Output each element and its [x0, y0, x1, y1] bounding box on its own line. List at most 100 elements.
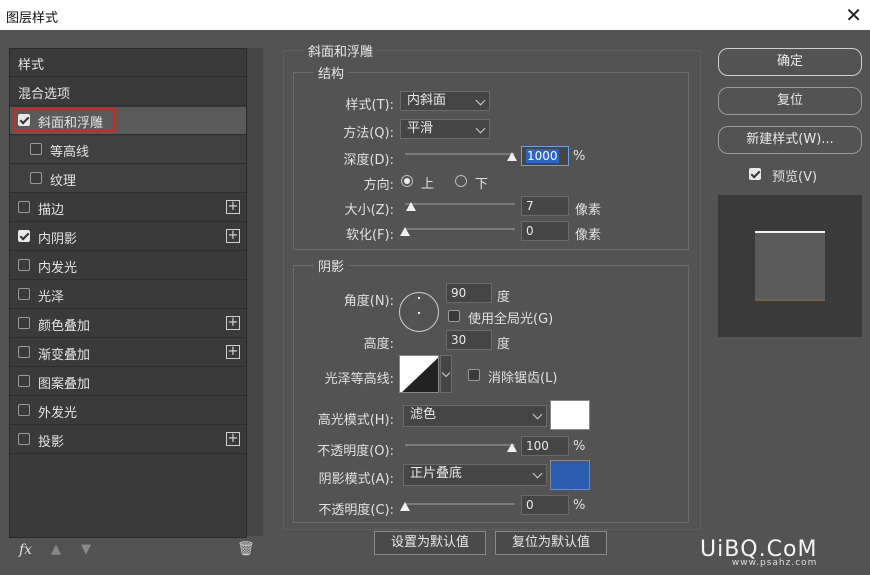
angle-input[interactable]: 90 — [446, 283, 492, 303]
antialias-label: 消除锯齿(L) — [488, 371, 558, 386]
add-icon[interactable]: + — [226, 200, 240, 214]
angle-center — [418, 312, 420, 314]
color-overlay-checkbox[interactable] — [18, 317, 30, 329]
angle-unit: 度 — [497, 290, 511, 305]
list-item-gradient-overlay[interactable]: 渐变叠加 + — [10, 339, 246, 367]
soften-input[interactable]: 0 — [521, 221, 569, 241]
list-item-stroke[interactable]: 描边 + — [10, 194, 246, 222]
highlight-opacity-thumb[interactable] — [507, 443, 517, 452]
pattern-overlay-checkbox[interactable] — [18, 375, 30, 387]
trash-icon[interactable]: 🗑 — [237, 541, 255, 557]
gradient-overlay-checkbox[interactable] — [18, 346, 30, 358]
global-light-label: 使用全局光(G) — [468, 312, 554, 327]
bevel-title: 斜面和浮雕 — [304, 41, 378, 60]
list-item-pattern-overlay[interactable]: 图案叠加 — [10, 368, 246, 396]
move-down-icon[interactable]: ▼ — [81, 542, 91, 557]
make-default-button[interactable]: 设置为默认值 — [374, 531, 486, 555]
angle-dial[interactable] — [399, 292, 439, 332]
preview-label: 预览(V) — [772, 170, 818, 185]
style-list-scrollbar[interactable] — [247, 48, 263, 536]
new-style-button[interactable]: 新建样式(W)... — [718, 126, 862, 154]
gloss-contour-dropdown[interactable] — [440, 355, 452, 393]
add-icon[interactable]: + — [226, 229, 240, 243]
inner-shadow-checkbox[interactable] — [18, 230, 30, 242]
style-select[interactable]: 内斜面 — [400, 91, 490, 111]
highlight-opacity-slider[interactable] — [405, 444, 515, 446]
shadow-opacity-input[interactable]: 0 — [521, 495, 569, 515]
add-icon[interactable]: + — [226, 345, 240, 359]
soften-slider-thumb[interactable] — [400, 227, 410, 236]
size-slider-thumb[interactable] — [406, 202, 416, 211]
shadow-opacity-thumb[interactable] — [400, 502, 410, 511]
chevron-down-icon — [441, 368, 451, 378]
soften-label: 软化(F): — [345, 228, 394, 243]
highlight-opacity-input[interactable]: 100 — [521, 436, 569, 456]
drop-shadow-checkbox[interactable] — [18, 433, 30, 445]
technique-select[interactable]: 平滑 — [400, 119, 490, 139]
direction-up-radio[interactable] — [401, 175, 413, 187]
list-item-texture[interactable]: 纹理 — [10, 165, 246, 193]
fx-button[interactable]: fx — [19, 542, 32, 558]
contour-preview-icon — [402, 357, 438, 392]
list-item-color-overlay[interactable]: 颜色叠加 + — [10, 310, 246, 338]
texture-checkbox[interactable] — [30, 172, 42, 184]
chevron-down-icon — [532, 468, 543, 479]
list-item-inner-glow[interactable]: 内发光 — [10, 252, 246, 280]
antialias-checkbox[interactable] — [468, 369, 480, 381]
highlight-opacity-unit: % — [573, 439, 586, 454]
add-icon[interactable]: + — [226, 432, 240, 446]
style-list: 样式 混合选项 斜面和浮雕 等高线 纹理 描边 + 内阴影 + 内发光 光泽 颜… — [9, 48, 247, 538]
highlight-outline — [13, 108, 116, 132]
contour-checkbox[interactable] — [30, 143, 42, 155]
depth-input[interactable]: 1000 — [521, 146, 569, 166]
list-item-contour[interactable]: 等高线 — [10, 136, 246, 164]
altitude-input[interactable]: 30 — [446, 330, 492, 350]
style-label: 样式(T): — [345, 98, 394, 113]
shadow-opacity-label: 不透明度(C): — [318, 503, 394, 518]
list-item-blending-options[interactable]: 混合选项 — [10, 78, 246, 106]
satin-checkbox[interactable] — [18, 288, 30, 300]
outer-glow-checkbox[interactable] — [18, 404, 30, 416]
shadow-opacity-unit: % — [573, 498, 586, 513]
chevron-down-icon — [475, 95, 486, 106]
shadow-mode-select[interactable]: 正片叠底 — [403, 464, 547, 486]
angle-dot — [418, 297, 420, 299]
ok-button[interactable]: 确定 — [718, 48, 862, 76]
depth-slider-thumb[interactable] — [507, 152, 517, 161]
list-item-bevel-emboss[interactable]: 斜面和浮雕 — [10, 107, 246, 135]
gloss-contour-picker[interactable] — [399, 355, 439, 393]
list-item-drop-shadow[interactable]: 投影 + — [10, 426, 246, 454]
chevron-down-icon — [475, 123, 486, 134]
move-up-icon[interactable]: ▲ — [51, 542, 61, 557]
size-slider[interactable] — [405, 203, 515, 205]
shadow-color-swatch[interactable] — [550, 460, 590, 490]
altitude-unit: 度 — [497, 337, 511, 352]
angle-label: 角度(N): — [343, 294, 394, 309]
direction-down-radio[interactable] — [455, 175, 467, 187]
list-item-styles[interactable]: 样式 — [10, 49, 246, 77]
soften-slider[interactable] — [405, 228, 515, 230]
direction-up-label: 上 — [421, 177, 435, 192]
size-input[interactable]: 7 — [521, 196, 569, 216]
preview-checkbox[interactable] — [749, 168, 761, 180]
depth-slider[interactable] — [405, 153, 515, 155]
style-preview — [718, 195, 862, 337]
list-item-outer-glow[interactable]: 外发光 — [10, 397, 246, 425]
list-item-inner-shadow[interactable]: 内阴影 + — [10, 223, 246, 251]
size-label: 大小(Z): — [344, 203, 394, 218]
highlight-color-swatch[interactable] — [550, 400, 590, 430]
list-item-satin[interactable]: 光泽 — [10, 281, 246, 309]
shadow-opacity-slider[interactable] — [405, 503, 515, 505]
highlight-mode-select[interactable]: 滤色 — [403, 405, 547, 427]
gloss-contour-label: 光泽等高线: — [324, 372, 394, 387]
inner-glow-checkbox[interactable] — [18, 259, 30, 271]
highlight-opacity-label: 不透明度(O): — [317, 444, 394, 459]
reset-button[interactable]: 复位 — [718, 87, 862, 115]
add-icon[interactable]: + — [226, 316, 240, 330]
chevron-down-icon — [532, 409, 543, 420]
reset-default-button[interactable]: 复位为默认值 — [495, 531, 607, 555]
global-light-checkbox[interactable] — [448, 310, 460, 322]
highlight-mode-label: 高光模式(H): — [317, 413, 394, 428]
close-icon[interactable]: ✕ — [845, 3, 862, 27]
stroke-checkbox[interactable] — [18, 201, 30, 213]
